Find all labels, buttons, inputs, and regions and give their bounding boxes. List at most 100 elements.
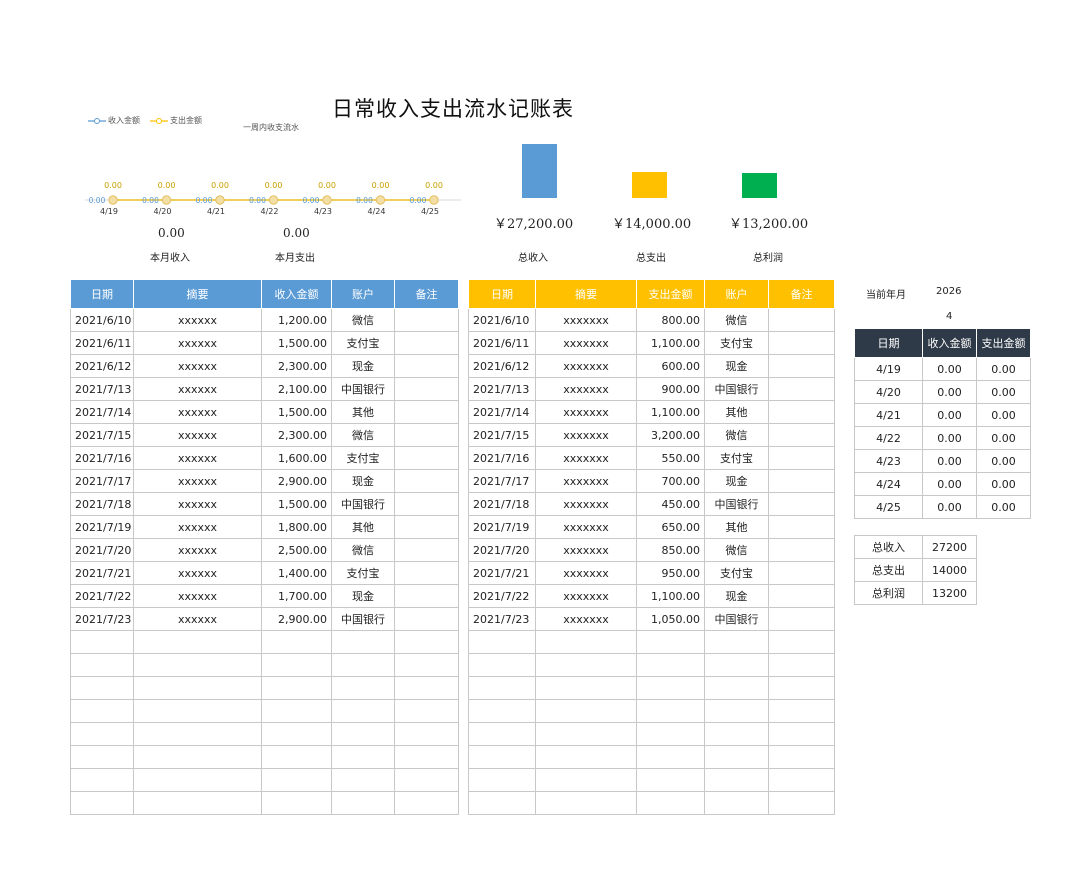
table-row: 2021/7/23 xxxxxxx 1,050.00 中国银行 — [468, 607, 835, 631]
empty-row — [70, 630, 459, 654]
table-row: 2021/7/15 xxxxxxx 3,200.00 微信 — [468, 423, 835, 447]
table-cell: xxxxxx — [133, 354, 262, 378]
table-row: 2021/7/21 xxxxxxx 950.00 支付宝 — [468, 561, 835, 585]
table-cell — [394, 630, 459, 654]
table-cell — [636, 745, 705, 769]
table-cell: 其他 — [331, 400, 395, 424]
table-cell: 微信 — [331, 538, 395, 562]
table-cell: xxxxxx — [133, 469, 262, 493]
table-cell — [468, 768, 536, 792]
table-row: 2021/7/20 xxxxxxx 850.00 微信 — [468, 538, 835, 562]
table-cell: 2021/6/11 — [70, 331, 134, 355]
empty-row — [70, 722, 459, 746]
bar-expense — [632, 172, 667, 198]
table-cell: xxxxxx — [133, 607, 262, 631]
table-cell — [394, 377, 459, 401]
table-row: 2021/6/10 xxxxxx 1,200.00 微信 — [70, 308, 459, 332]
legend-expense: 支出金额 — [150, 115, 202, 126]
table-cell — [535, 722, 637, 746]
column-header: 收入金额 — [261, 279, 332, 309]
table-cell: 中国银行 — [704, 377, 769, 401]
table-cell: 0.00 — [976, 449, 1031, 473]
column-header: 日期 — [854, 328, 923, 358]
column-header: 摘要 — [535, 279, 637, 309]
table-cell — [768, 791, 835, 815]
table-row: 总支出 14000 — [854, 558, 977, 582]
table-cell: 2021/6/10 — [70, 308, 134, 332]
bar-income — [522, 144, 557, 198]
column-header: 备注 — [394, 279, 459, 309]
table-cell: 现金 — [704, 354, 769, 378]
table-cell: xxxxxxx — [535, 561, 637, 585]
table-cell — [261, 630, 332, 654]
table-row: 2021/6/12 xxxxxx 2,300.00 现金 — [70, 354, 459, 378]
empty-row — [70, 745, 459, 769]
table-cell — [768, 469, 835, 493]
table-cell: 2021/7/15 — [70, 423, 134, 447]
table-cell: 微信 — [704, 308, 769, 332]
total-profit-label: 总利润 — [753, 253, 783, 264]
table-cell — [70, 653, 134, 677]
table-cell: xxxxxx — [133, 400, 262, 424]
table-cell — [394, 607, 459, 631]
legend-income-label: 收入金额 — [108, 116, 140, 125]
table-cell — [704, 768, 769, 792]
table-cell — [394, 446, 459, 470]
table-cell — [468, 745, 536, 769]
table-cell: xxxxxxx — [535, 354, 637, 378]
table-cell — [636, 722, 705, 746]
expense-header-row: 日期 摘要 支出金额 账户 备注 — [468, 279, 835, 309]
table-cell: 微信 — [704, 423, 769, 447]
column-header: 摘要 — [133, 279, 262, 309]
table-cell — [133, 722, 262, 746]
table-cell — [768, 400, 835, 424]
table-row: 2021/6/11 xxxxxxx 1,100.00 支付宝 — [468, 331, 835, 355]
table-cell: 2021/7/23 — [468, 607, 536, 631]
table-cell: 2021/7/23 — [70, 607, 134, 631]
table-cell — [768, 423, 835, 447]
table-cell — [768, 377, 835, 401]
data-point — [322, 195, 332, 205]
income-header-row: 日期 摘要 收入金额 账户 备注 — [70, 279, 459, 309]
table-cell: 0.00 — [976, 357, 1031, 381]
expense-data-label: 0.00 — [265, 181, 283, 190]
expense-data-label: 0.00 — [318, 181, 336, 190]
column-header: 支出金额 — [976, 328, 1031, 358]
weekly-table: 日期 收入金额 支出金额 4/19 0.00 0.00 4/20 0.00 0.00 4/21 0… — [854, 328, 1031, 519]
table-cell — [535, 699, 637, 723]
table-cell: 2021/7/19 — [468, 515, 536, 539]
table-cell — [331, 745, 395, 769]
table-cell — [468, 722, 536, 746]
column-header: 账户 — [704, 279, 769, 309]
table-cell — [394, 722, 459, 746]
table-cell: 2,500.00 — [261, 538, 332, 562]
table-cell: 2021/7/18 — [70, 492, 134, 516]
table-cell: 0.00 — [976, 495, 1031, 519]
total-expense-label: 总支出 — [636, 253, 666, 264]
mini-line-chart: 0.00 0.00 4/19 0.00 0.00 4/20 0.00 0.00 4/21 0.00… — [85, 181, 461, 216]
table-cell: 2,300.00 — [261, 354, 332, 378]
table-cell: 1,100.00 — [636, 584, 705, 608]
x-tick-label: 4/23 — [314, 207, 332, 216]
income-data-label: 0.00 — [303, 196, 320, 205]
month-expense-value: 0.00 — [283, 226, 310, 240]
table-cell: 1,100.00 — [636, 400, 705, 424]
table-cell — [535, 630, 637, 654]
table-cell — [394, 308, 459, 332]
table-row: 2021/7/13 xxxxxx 2,100.00 中国银行 — [70, 377, 459, 401]
table-cell — [261, 699, 332, 723]
table-cell: 2021/7/16 — [70, 446, 134, 470]
table-row: 2021/7/17 xxxxxx 2,900.00 现金 — [70, 469, 459, 493]
table-cell: 950.00 — [636, 561, 705, 585]
table-cell: xxxxxx — [133, 308, 262, 332]
table-cell: 1,500.00 — [261, 400, 332, 424]
table-cell: 700.00 — [636, 469, 705, 493]
table-cell: 900.00 — [636, 377, 705, 401]
table-cell: 2021/6/12 — [70, 354, 134, 378]
table-cell — [768, 515, 835, 539]
table-row: 2021/6/12 xxxxxxx 600.00 现金 — [468, 354, 835, 378]
table-row: 2021/7/19 xxxxxxx 650.00 其他 — [468, 515, 835, 539]
table-cell — [768, 561, 835, 585]
table-cell: 其他 — [331, 515, 395, 539]
table-row: 4/23 0.00 0.00 — [854, 449, 1031, 473]
